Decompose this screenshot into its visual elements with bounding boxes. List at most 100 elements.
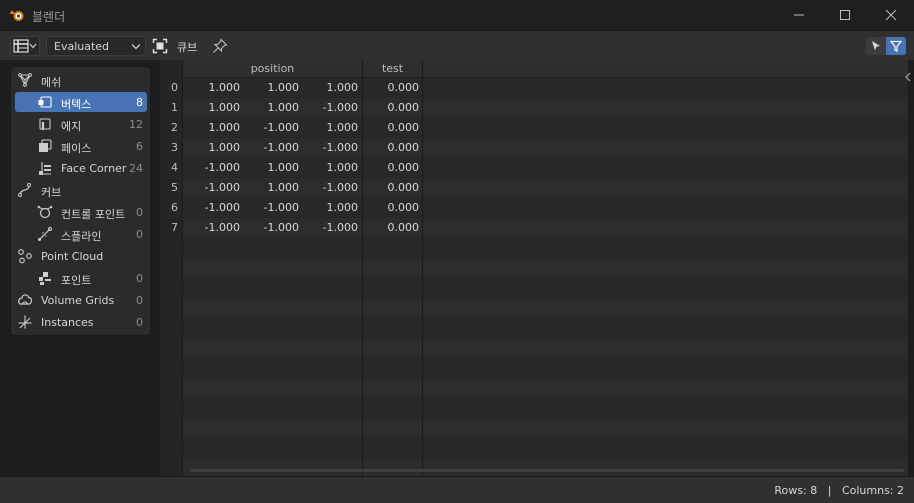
row-stripe (160, 318, 908, 338)
row-stripe (160, 298, 908, 318)
row-stripe (160, 458, 908, 476)
row-index: 2 (171, 121, 178, 134)
editor-type-button[interactable] (10, 36, 40, 56)
dataset-item-label: 컨트롤 포인트 (61, 208, 126, 221)
funnel-icon (890, 40, 902, 52)
test-cell: 0.000 (387, 201, 420, 214)
position-cell: 1.000 (267, 101, 300, 114)
maximize-button[interactable] (822, 0, 868, 30)
position-cell: -1.000 (322, 181, 358, 194)
dataset-item-label: 메쉬 (41, 76, 62, 89)
position-cell: -1.000 (204, 181, 240, 194)
dataset-item-face[interactable]: 페이스 6 (15, 136, 147, 156)
position-cell: 1.000 (326, 121, 359, 134)
close-button[interactable] (868, 0, 914, 30)
column-header-position[interactable]: position (183, 62, 362, 75)
row-stripe (160, 238, 908, 258)
row-stripe (160, 338, 908, 358)
dataset-item-label: Instances (41, 316, 94, 329)
chevron-down-icon (29, 43, 37, 49)
dataset-item-label: 커브 (41, 186, 62, 199)
minimize-button[interactable] (776, 0, 822, 30)
position-cell: -1.000 (204, 221, 240, 234)
dataset-item-label: 버텍스 (61, 98, 92, 111)
row-count: Rows: 8 (774, 484, 818, 497)
test-cell: 0.000 (387, 181, 420, 194)
spreadsheet-grid[interactable]: position test 0 1.000 1.000 1.000 0.000 1 1.00… (160, 60, 908, 476)
position-cell: 1.000 (267, 181, 300, 194)
row-stripe (160, 418, 908, 438)
control-point-icon (37, 205, 53, 219)
horizontal-scrollbar[interactable] (190, 469, 904, 472)
position-cell: -1.000 (322, 221, 358, 234)
row-stripe (160, 398, 908, 418)
position-cell: 1.000 (208, 101, 241, 114)
row-stripe (160, 378, 908, 398)
blender-logo-icon (9, 10, 24, 21)
position-cell: -1.000 (263, 221, 299, 234)
dataset-item-label: Point Cloud (41, 250, 104, 263)
point-cloud-icon (18, 249, 32, 264)
dataset-item-count: 0 (136, 228, 143, 241)
evaluation-mode-value: Evaluated (54, 40, 110, 53)
object-icon (152, 38, 168, 54)
dataset-item-edge[interactable]: 에지 12 (15, 114, 147, 134)
status-separator: | (827, 484, 832, 497)
close-icon (885, 9, 897, 21)
position-cell: 1.000 (326, 81, 359, 94)
spline-icon (38, 227, 52, 241)
dataset-item-label: 페이스 (61, 142, 92, 155)
dataset-item-count: 0 (136, 272, 143, 285)
row-index: 0 (171, 81, 178, 94)
dataset-item-label: 에지 (61, 120, 82, 133)
window-title: 블렌더 (32, 10, 66, 24)
position-cell: -1.000 (322, 141, 358, 154)
dataset-item-count: 24 (129, 162, 143, 175)
dataset-item-points[interactable]: 포인트 0 (15, 268, 147, 288)
dataset-item-count: 0 (136, 316, 143, 329)
test-cell: 0.000 (387, 81, 420, 94)
dataset-item-label: 포인트 (61, 274, 92, 287)
spreadsheet-icon (13, 39, 29, 53)
dataset-item-count: 6 (136, 140, 143, 153)
dataset-item-control-point[interactable]: 컨트롤 포인트 0 (15, 202, 147, 222)
selected-only-toggle[interactable] (866, 37, 886, 55)
chevron-left-icon[interactable] (904, 72, 912, 82)
maximize-icon (840, 10, 850, 20)
edge-icon (39, 118, 51, 130)
dataset-item-face-corner[interactable]: Face Corner 24 (15, 158, 147, 178)
dataset-item-count: 8 (136, 96, 143, 109)
dataset-item-spline[interactable]: 스플라인 0 (15, 224, 147, 244)
spreadsheet-header: Evaluated 큐브 (0, 30, 914, 60)
volume-icon (18, 294, 33, 305)
filter-toggle[interactable] (886, 37, 906, 55)
dataset-item-count: 0 (136, 206, 143, 219)
dataset-item-vertex[interactable]: 버텍스 8 (15, 92, 147, 112)
column-count: Columns: 2 (841, 484, 904, 497)
dataset-item-volume[interactable]: Volume Grids 0 (15, 290, 147, 310)
dataset-panel: 메쉬 버텍스 8 에지 12 페이스 6 Face Corner 24 커브 컨트롤 포인트 0 스플라… (10, 66, 151, 336)
face-corner-icon (39, 162, 51, 175)
dataset-item-mesh[interactable]: 메쉬 (15, 70, 147, 90)
dataset-item-instances[interactable]: Instances 0 (15, 312, 147, 332)
pin-icon[interactable] (212, 38, 228, 54)
position-cell: -1.000 (204, 201, 240, 214)
evaluation-mode-select[interactable]: Evaluated (46, 36, 146, 56)
position-cell: -1.000 (263, 141, 299, 154)
position-cell: 1.000 (326, 161, 359, 174)
minimize-icon (794, 14, 804, 16)
mesh-icon (18, 73, 32, 87)
position-cell: 1.000 (267, 81, 300, 94)
row-index: 1 (171, 101, 178, 114)
instances-icon (18, 315, 32, 329)
dataset-item-label: Volume Grids (41, 294, 115, 307)
position-cell: 1.000 (267, 161, 300, 174)
row-index: 4 (171, 161, 178, 174)
dataset-item-curve[interactable]: 커브 (15, 180, 147, 200)
column-divider (422, 60, 423, 476)
column-header-test[interactable]: test (363, 62, 422, 75)
test-cell: 0.000 (387, 141, 420, 154)
title-bar: 블렌더 (0, 0, 914, 30)
points-icon (39, 272, 51, 285)
dataset-item-point-cloud[interactable]: Point Cloud (15, 246, 147, 266)
